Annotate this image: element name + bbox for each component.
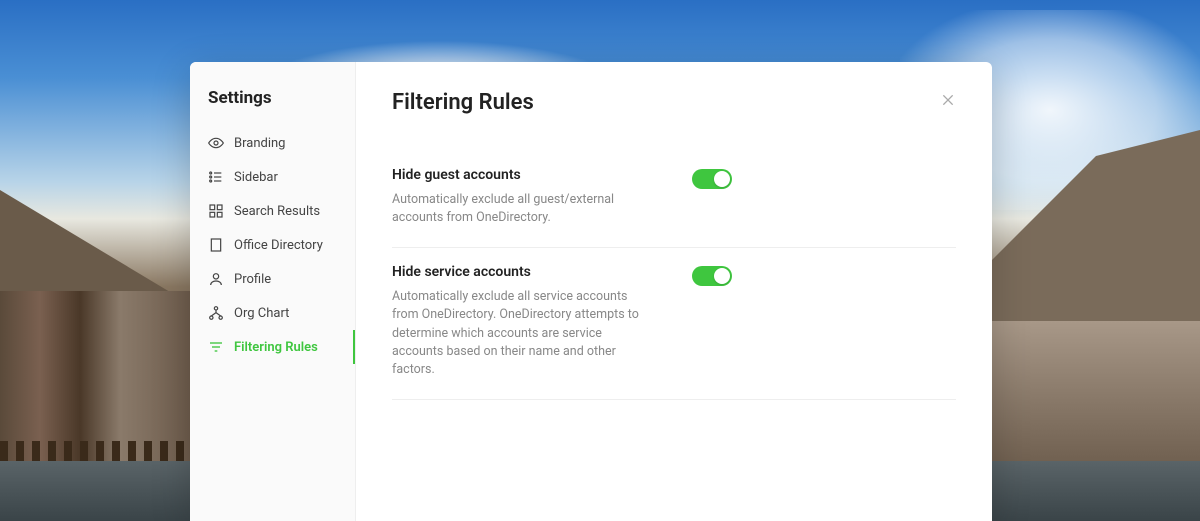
person-icon (208, 271, 224, 287)
sidebar-item-label: Filtering Rules (234, 340, 318, 355)
setting-title: Hide service accounts (392, 264, 652, 280)
building-icon (208, 237, 224, 253)
setting-hide-guest-accounts: Hide guest accounts Automatically exclud… (392, 151, 956, 248)
toggle-wrap (692, 264, 732, 286)
sidebar-item-branding[interactable]: Branding (190, 126, 355, 160)
sidebar-item-sidebar[interactable]: Sidebar (190, 160, 355, 194)
orgchart-icon (208, 305, 224, 321)
sidebar-item-label: Search Results (234, 204, 320, 219)
toggle-hide-service-accounts[interactable] (692, 266, 732, 286)
close-icon (940, 92, 956, 108)
setting-description: Automatically exclude all guest/external… (392, 191, 652, 227)
page-title: Filtering Rules (392, 90, 956, 115)
sidebar-item-label: Branding (234, 136, 285, 151)
sidebar-item-search-results[interactable]: Search Results (190, 194, 355, 228)
setting-title: Hide guest accounts (392, 167, 652, 183)
sidebar-item-office-directory[interactable]: Office Directory (190, 228, 355, 262)
sidebar-icon (208, 169, 224, 185)
sidebar-item-label: Sidebar (234, 170, 278, 185)
settings-sidebar: Settings Branding Sidebar Search Results… (190, 62, 356, 521)
toggle-wrap (692, 167, 732, 189)
sidebar-item-org-chart[interactable]: Org Chart (190, 296, 355, 330)
close-button[interactable] (936, 88, 960, 112)
sidebar-title: Settings (190, 84, 355, 126)
sidebar-item-filtering-rules[interactable]: Filtering Rules (190, 330, 355, 364)
setting-hide-service-accounts: Hide service accounts Automatically excl… (392, 248, 956, 400)
eye-icon (208, 135, 224, 151)
sidebar-item-label: Profile (234, 272, 271, 287)
grid-icon (208, 203, 224, 219)
toggle-hide-guest-accounts[interactable] (692, 169, 732, 189)
sidebar-item-label: Office Directory (234, 238, 323, 253)
setting-text: Hide service accounts Automatically excl… (392, 264, 652, 379)
settings-content: Filtering Rules Hide guest accounts Auto… (356, 62, 992, 521)
setting-text: Hide guest accounts Automatically exclud… (392, 167, 652, 227)
setting-description: Automatically exclude all service accoun… (392, 288, 652, 379)
sidebar-item-profile[interactable]: Profile (190, 262, 355, 296)
settings-modal: Settings Branding Sidebar Search Results… (190, 62, 992, 521)
filter-icon (208, 339, 224, 355)
sidebar-item-label: Org Chart (234, 306, 289, 321)
